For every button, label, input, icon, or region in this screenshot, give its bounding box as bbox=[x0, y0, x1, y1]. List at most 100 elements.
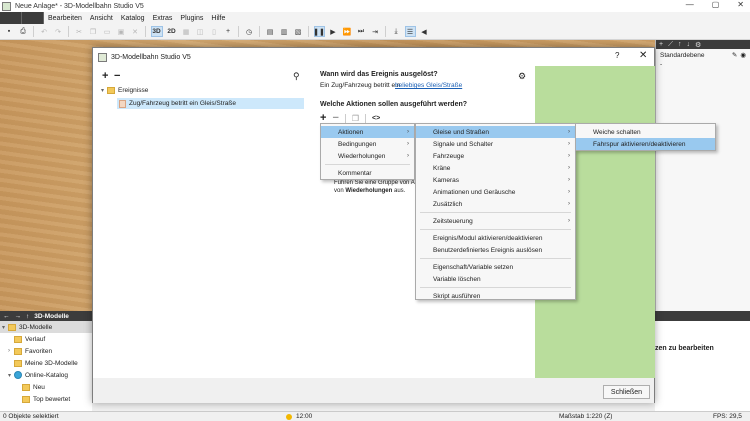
tree-item-top-bewertet[interactable]: Top bewertet bbox=[0, 393, 92, 405]
faster-forward-icon[interactable]: ⏭ bbox=[356, 26, 367, 37]
pin-icon[interactable]: ✎ bbox=[732, 51, 737, 59]
menu-item-fahrzeuge[interactable]: Fahrzeuge › bbox=[416, 150, 575, 162]
sound-icon[interactable]: ◀ bbox=[419, 26, 430, 37]
variables-icon[interactable]: ▥ bbox=[279, 26, 290, 37]
trigger-link[interactable]: beliebiges Gleis/Straße bbox=[395, 82, 462, 89]
menu-ansicht[interactable]: Ansicht bbox=[86, 15, 117, 22]
duplicate-icon[interactable]: ▣ bbox=[116, 26, 127, 37]
move-up-icon[interactable]: ↑ bbox=[678, 41, 682, 48]
scale-status: Maßstab 1:220 (Z) bbox=[559, 413, 613, 420]
add-event-icon[interactable]: + bbox=[102, 70, 108, 82]
menu-item-eigenschaft-setzen[interactable]: Eigenschaft/Variable setzen bbox=[416, 261, 575, 273]
chevron-right-icon: › bbox=[568, 218, 570, 224]
forward-icon[interactable]: → bbox=[15, 313, 22, 320]
layer-row[interactable]: Standardebene ✎ ◉ bbox=[656, 49, 750, 61]
tree-item-neu[interactable]: Neu bbox=[0, 381, 92, 393]
skip-icon[interactable]: ⇥ bbox=[370, 26, 381, 37]
play-icon[interactable]: ▶ bbox=[328, 26, 339, 37]
menu-item-ereignis-modul[interactable]: Ereignis/Modul aktivieren/deaktivieren bbox=[416, 232, 575, 244]
menu-item-gleise-und-strassen[interactable]: Gleise und Straßen › bbox=[416, 126, 575, 138]
view-2d-button[interactable]: 2D bbox=[166, 26, 178, 37]
event-file-icon bbox=[119, 99, 126, 108]
copy-icon[interactable]: ❐ bbox=[88, 26, 99, 37]
undo-icon[interactable]: ↶ bbox=[39, 26, 50, 37]
menu-item-kommentar[interactable]: Kommentar bbox=[321, 167, 414, 179]
redo-icon[interactable]: ↷ bbox=[53, 26, 64, 37]
selection-status: 0 Objekte selektiert bbox=[3, 413, 59, 420]
menu-item-benutzerdefiniert[interactable]: Benutzerdefiniertes Ereignis auslösen bbox=[416, 244, 575, 256]
tree-root-ereignisse[interactable]: ▾ Ereignisse bbox=[101, 87, 148, 94]
rails-icon[interactable]: ☰ bbox=[404, 26, 416, 37]
chevron-right-icon: › bbox=[407, 153, 409, 159]
menu-hilfe[interactable]: Hilfe bbox=[207, 15, 229, 22]
menu-plugins[interactable]: Plugins bbox=[176, 15, 207, 22]
delete-icon[interactable]: ✕ bbox=[130, 26, 141, 37]
code-icon[interactable]: <> bbox=[372, 115, 380, 122]
help-button[interactable]: ? bbox=[615, 51, 619, 60]
settings-icon[interactable]: ⚙ bbox=[695, 41, 701, 49]
menu-item-bedingungen[interactable]: Bedingungen › bbox=[321, 138, 414, 150]
tree-item-meine-3d-modelle[interactable]: Meine 3D-Modelle bbox=[0, 357, 92, 369]
gear-icon[interactable]: ⚙ bbox=[518, 71, 526, 82]
copy-action-icon[interactable]: ❐ bbox=[352, 114, 359, 123]
menu-item-kraene[interactable]: Kräne › bbox=[416, 162, 575, 174]
lock-icon[interactable]: ▯ bbox=[209, 26, 220, 37]
back-icon[interactable]: ← bbox=[3, 313, 10, 320]
print-icon[interactable]: ⎙ bbox=[18, 26, 29, 37]
schliessen-button[interactable]: Schließen bbox=[603, 385, 650, 399]
edit-mode-button[interactable] bbox=[22, 12, 44, 24]
menu-katalog[interactable]: Katalog bbox=[117, 15, 149, 22]
quick-menu-button[interactable] bbox=[0, 12, 22, 24]
time-status[interactable]: 12:00 bbox=[296, 413, 312, 420]
up-icon[interactable]: ↑ bbox=[26, 313, 29, 320]
chevron-right-icon: › bbox=[568, 201, 570, 207]
dialog-title: 3D-Modellbahn Studio V5 bbox=[111, 53, 191, 61]
properties-panel: zen zu bearbeiten bbox=[655, 311, 750, 411]
menu-item-wiederholungen[interactable]: Wiederholungen › bbox=[321, 150, 414, 162]
dialog-close-button[interactable]: ✕ bbox=[639, 50, 647, 61]
layer-icon[interactable]: ◫ bbox=[195, 26, 206, 37]
menu-item-zusaetzlich[interactable]: Zusätzlich › bbox=[416, 198, 575, 210]
add-icon[interactable]: + bbox=[223, 26, 234, 37]
trigger-text: Ein Zug/Fahrzeug betritt ein bbox=[320, 82, 401, 89]
download-icon[interactable]: ⤓ bbox=[391, 26, 402, 37]
menu-item-kameras[interactable]: Kameras › bbox=[416, 174, 575, 186]
maximize-button[interactable]: ▢ bbox=[712, 0, 720, 9]
menu-item-weiche-schalten[interactable]: Weiche schalten bbox=[576, 126, 715, 138]
cut-icon[interactable]: ✂ bbox=[74, 26, 85, 37]
pause-icon[interactable]: ❚❚ bbox=[313, 26, 325, 37]
tree-item-3d-modelle[interactable]: ▾ 3D-Modelle bbox=[0, 321, 92, 333]
menu-item-fahrspur[interactable]: Fahrspur aktivieren/deaktivieren bbox=[576, 138, 715, 150]
menu-item-aktionen[interactable]: Aktionen › bbox=[321, 126, 414, 138]
add-layer-icon[interactable]: + bbox=[659, 41, 663, 48]
fast-forward-icon[interactable]: ⏩ bbox=[342, 26, 353, 37]
properties-icon[interactable]: ▧ bbox=[293, 26, 304, 37]
edit-layer-icon[interactable]: ⟋ bbox=[668, 41, 673, 49]
window-close-button[interactable]: ✕ bbox=[737, 0, 744, 9]
clock-icon[interactable]: ◷ bbox=[244, 26, 255, 37]
view-3d-button[interactable]: 3D bbox=[150, 26, 163, 37]
tree-label: 3D-Modelle bbox=[19, 323, 53, 331]
folder-icon bbox=[22, 395, 30, 403]
search-icon[interactable]: ⚲ bbox=[293, 71, 300, 82]
tree-item-online-katalog[interactable]: ▾ Online-Katalog bbox=[0, 369, 92, 381]
menu-item-zeitsteuerung[interactable]: Zeitsteuerung › bbox=[416, 215, 575, 227]
minimize-button[interactable]: — bbox=[686, 0, 694, 9]
move-down-icon[interactable]: ↓ bbox=[687, 41, 691, 48]
menu-item-skript-ausfuehren[interactable]: Skript ausführen bbox=[416, 290, 575, 302]
tree-item-favoriten[interactable]: › Favoriten bbox=[0, 345, 92, 357]
sun-icon[interactable] bbox=[286, 413, 292, 420]
event-icon[interactable]: ▤ bbox=[265, 26, 276, 37]
menu-extras[interactable]: Extras bbox=[149, 15, 177, 22]
menu-item-animationen[interactable]: Animationen und Geräusche › bbox=[416, 186, 575, 198]
event-item[interactable]: Zug/Fahrzeug betritt ein Gleis/Straße bbox=[117, 98, 304, 109]
eye-icon[interactable]: ◉ bbox=[740, 51, 746, 59]
menu-item-signale-und-schalter[interactable]: Signale und Schalter › bbox=[416, 138, 575, 150]
remove-event-icon[interactable]: − bbox=[114, 70, 120, 82]
grid-icon[interactable]: ▦ bbox=[181, 26, 192, 37]
menu-bearbeiten[interactable]: Bearbeiten bbox=[44, 15, 86, 22]
save-icon[interactable]: ▪ bbox=[4, 26, 15, 37]
tree-item-verlauf[interactable]: Verlauf bbox=[0, 333, 92, 345]
paste-icon[interactable]: ▭ bbox=[102, 26, 113, 37]
menu-item-variable-loeschen[interactable]: Variable löschen bbox=[416, 273, 575, 285]
